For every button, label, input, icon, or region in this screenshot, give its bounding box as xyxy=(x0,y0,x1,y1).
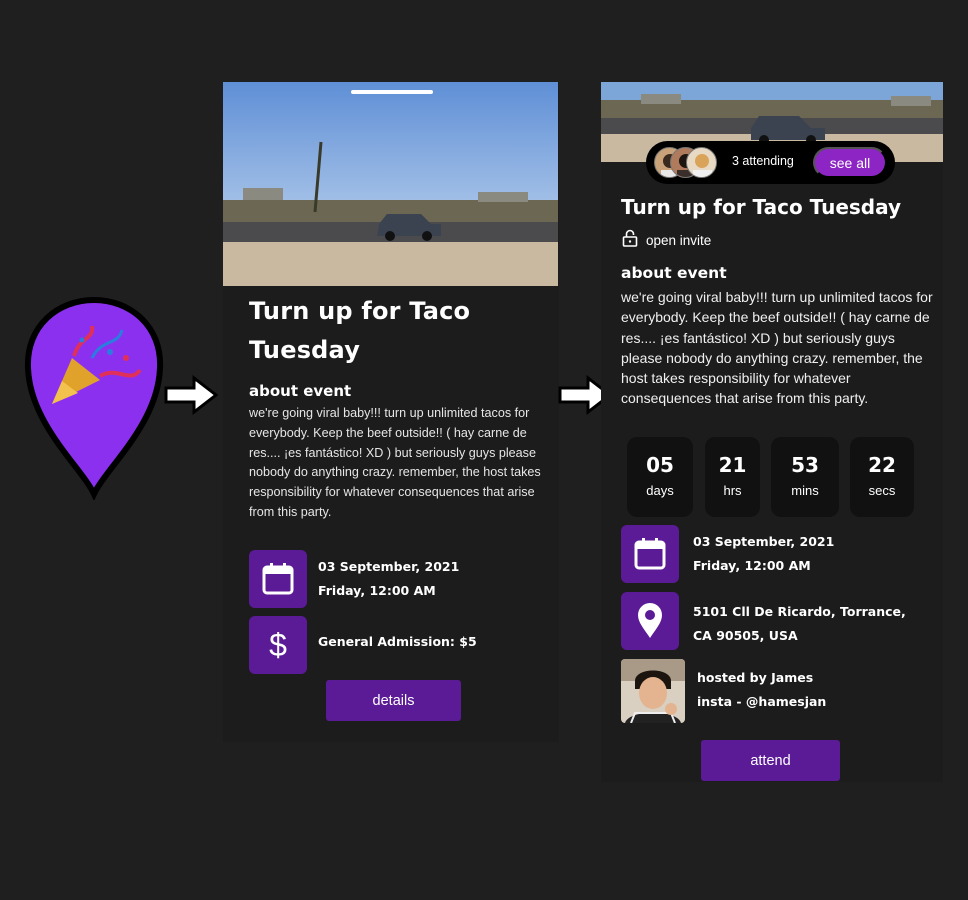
event-detail-screen: 3 attending see all Turn up for Taco Tue… xyxy=(601,82,943,782)
attend-button[interactable]: attend xyxy=(701,740,840,781)
drag-handle[interactable] xyxy=(351,90,433,94)
invite-type-label: open invite xyxy=(646,232,712,248)
unlock-icon xyxy=(622,229,638,251)
countdown-seconds: 22 secs xyxy=(850,437,914,517)
invite-type: open invite xyxy=(622,229,711,251)
admission-price: General Admission: $5 xyxy=(318,634,477,649)
event-date: 03 September, 2021 Friday, 12:00 AM xyxy=(693,534,835,573)
right-arrow-icon xyxy=(164,374,219,416)
details-button[interactable]: details xyxy=(326,680,461,721)
event-photo xyxy=(223,82,558,286)
about-heading: about event xyxy=(249,382,352,400)
attendees-bar: 3 attending see all xyxy=(646,141,895,184)
party-map-pin-icon xyxy=(22,296,166,502)
calendar-icon xyxy=(249,550,307,608)
event-card-screen: Turn up for Taco Tuesday about event we'… xyxy=(223,82,559,742)
event-title: Turn up for Taco Tuesday xyxy=(249,297,471,364)
countdown-hours: 21 hrs xyxy=(705,437,760,517)
event-address[interactable]: 5101 Cll De Ricardo, Torrance, CA 90505,… xyxy=(693,600,906,648)
host-info: hosted by James insta - @hamesjan xyxy=(697,670,827,709)
event-title: Turn up for Taco Tuesday xyxy=(621,195,902,219)
countdown-days: 05 days xyxy=(627,437,693,517)
calendar-icon xyxy=(621,525,679,583)
attendee-avatar[interactable] xyxy=(686,147,717,178)
dollar-icon: $ xyxy=(249,616,307,674)
countdown-minutes: 53 mins xyxy=(771,437,839,517)
host-avatar[interactable] xyxy=(621,659,685,723)
event-description: we're going viral baby!!! turn up unlimi… xyxy=(621,289,933,407)
see-all-button[interactable]: see all xyxy=(813,147,887,178)
location-pin-icon xyxy=(621,592,679,650)
about-heading: about event xyxy=(621,264,727,282)
event-description: we're going viral baby!!! turn up unlimi… xyxy=(249,406,541,519)
event-date: 03 September, 2021 Friday, 12:00 AM xyxy=(318,559,460,598)
attending-count: 3 attending xyxy=(732,154,794,168)
svg-text:$: $ xyxy=(269,627,287,663)
